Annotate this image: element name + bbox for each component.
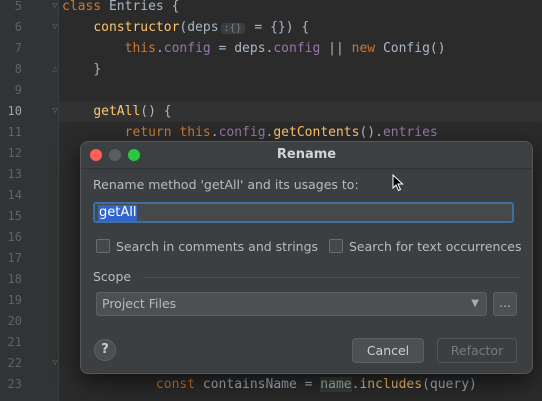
line-number: 14 (7, 188, 22, 202)
line-number: 19 (7, 293, 22, 307)
code-line-8: } (93, 62, 102, 77)
line-number: 18 (7, 272, 22, 286)
line-number: 13 (7, 167, 22, 181)
code-line-23: const containsName = name.includes(query… (155, 377, 477, 392)
param-hint: :{} (220, 23, 245, 34)
refactor-button[interactable]: Refactor (437, 338, 517, 363)
scope-divider (143, 277, 519, 278)
line-number: 10 (7, 104, 22, 118)
line-number: 6 (14, 20, 22, 34)
selected-name-text[interactable]: getAll (98, 205, 138, 221)
scope-dropdown[interactable]: Project Files ▼ (96, 292, 487, 316)
cancel-button[interactable]: Cancel (352, 338, 424, 363)
fold-marker-icon[interactable]: ▽ (50, 353, 60, 374)
fold-marker-icon[interactable]: ▽ (50, 17, 60, 38)
mouse-pointer-icon (392, 174, 404, 192)
search-comments-label[interactable]: Search in comments and strings (116, 239, 318, 254)
line-number: 8 (14, 62, 22, 76)
line-number: 23 (7, 377, 22, 391)
line-number: 11 (7, 125, 22, 139)
line-number: 16 (7, 230, 22, 244)
help-button[interactable]: ? (94, 339, 116, 361)
rename-prompt: Rename method 'getAll' and its usages to… (93, 177, 359, 192)
scope-value: Project Files (102, 296, 177, 311)
close-icon[interactable] (90, 149, 102, 161)
search-text-option[interactable]: Search for text occurrences (329, 238, 522, 254)
line-number: 7 (14, 41, 22, 55)
chevron-down-icon: ▼ (471, 298, 479, 309)
code-line-7: this.config = deps.config || new Config(… (124, 41, 446, 56)
rename-dialog: Rename Rename method 'getAll' and its us… (80, 141, 533, 374)
search-text-checkbox[interactable] (329, 239, 343, 253)
scope-label: Scope (93, 269, 132, 284)
minimize-icon (109, 149, 121, 161)
fold-marker-icon[interactable]: ▽ (50, 0, 60, 17)
line-number: 22 (7, 356, 22, 370)
scope-more-button[interactable]: ... (493, 292, 517, 316)
line-number: 12 (7, 146, 22, 160)
zoom-icon[interactable] (128, 149, 140, 161)
dialog-title: Rename (276, 147, 337, 162)
line-number: 17 (7, 251, 22, 265)
line-number: 21 (7, 335, 22, 349)
code-line-11: return this.config.getContents().entries (124, 125, 438, 140)
code-line-10: getAll() { (93, 104, 172, 119)
line-number: 20 (7, 314, 22, 328)
code-line-5: class Entries { (62, 0, 180, 14)
line-number: 9 (14, 83, 22, 97)
line-number: 5 (14, 0, 22, 13)
line-number-gutter: 5 ▽ 6 ▽ 7 8 △ 9 10 ▽ 11 12 13 14 15 16 17 18 19 20 21 22 ▽ 23 (0, 0, 59, 401)
fold-marker-icon[interactable]: △ (50, 59, 60, 80)
search-comments-option[interactable]: Search in comments and strings (96, 238, 318, 254)
new-name-input[interactable]: getAll (93, 202, 514, 223)
search-text-label[interactable]: Search for text occurrences (349, 239, 522, 254)
search-comments-checkbox[interactable] (96, 239, 110, 253)
line-number: 15 (7, 209, 22, 223)
dialog-titlebar[interactable]: Rename (81, 142, 532, 169)
code-line-6: constructor(deps:{} = {}) { (93, 20, 310, 35)
